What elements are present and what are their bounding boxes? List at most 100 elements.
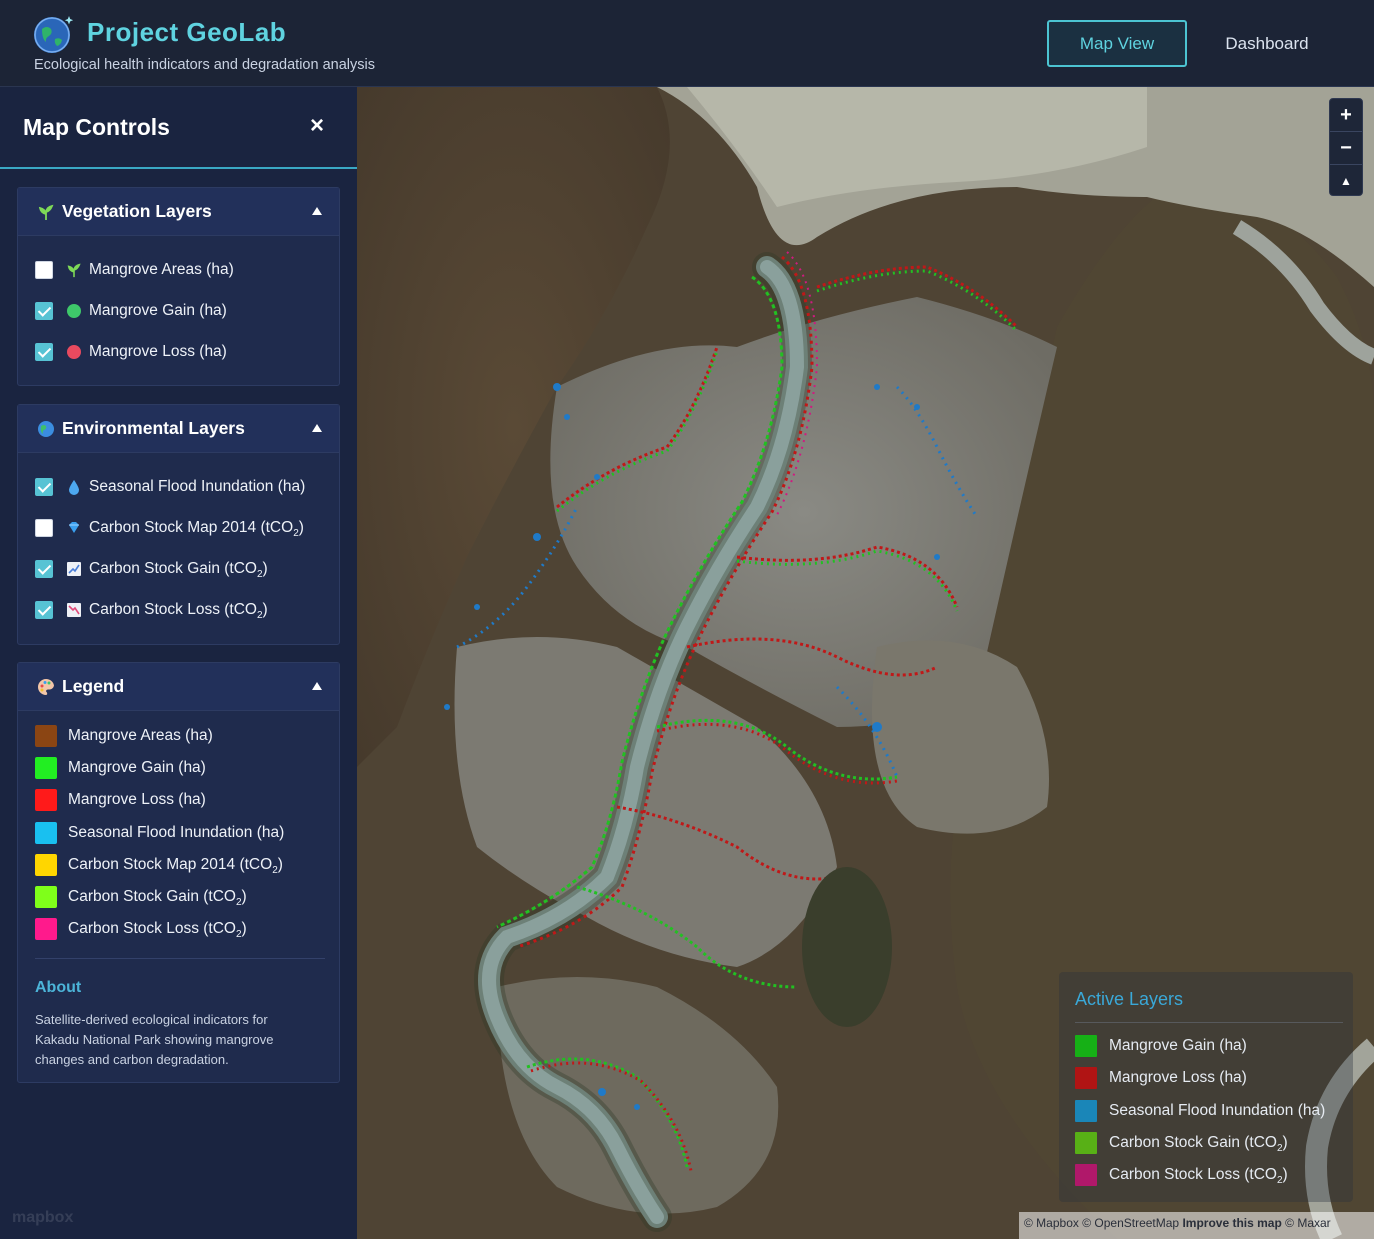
legend-swatch xyxy=(35,822,57,844)
layer-label: Mangrove Areas (ha) xyxy=(89,261,234,278)
legend-label: Mangrove Gain (ha) xyxy=(68,759,206,776)
legend-label: Mangrove Areas (ha) xyxy=(68,727,213,744)
layer-label: Mangrove Loss (ha) xyxy=(89,343,227,360)
red-dot-icon xyxy=(66,344,82,360)
collapse-chevron-icon[interactable] xyxy=(310,679,324,693)
legend-label: Seasonal Flood Inundation (ha) xyxy=(68,824,285,841)
legend-item: Mangrove Areas (ha) xyxy=(35,724,325,748)
legend-swatch xyxy=(35,757,57,779)
about-title: About xyxy=(35,979,82,996)
sidebar-title: Map Controls xyxy=(23,114,170,140)
legend-swatch xyxy=(35,725,57,747)
legend-item: Carbon Stock Loss (tCO2) xyxy=(35,917,325,941)
legend-panel: Legend Mangrove Areas (ha) Mangrove Gain… xyxy=(17,662,340,1083)
checkbox[interactable] xyxy=(35,343,53,361)
app-title: Project GeoLab xyxy=(87,17,287,47)
legend-label: Mangrove Loss (ha) xyxy=(68,791,206,808)
active-layer-item: Carbon Stock Loss (tCO2) xyxy=(1075,1164,1345,1186)
layer-toggle-mangrove-areas[interactable]: Mangrove Areas (ha) xyxy=(35,258,335,282)
active-layer-label: Mangrove Gain (ha) xyxy=(1109,1037,1247,1054)
map-attribution: © Mapbox © OpenStreetMap Improve this ma… xyxy=(1019,1212,1374,1239)
active-layers-title: Active Layers xyxy=(1075,989,1184,1009)
legend-swatch xyxy=(1075,1067,1097,1089)
legend-swatch xyxy=(35,789,57,811)
active-layer-item: Seasonal Flood Inundation (ha) xyxy=(1075,1100,1345,1122)
layer-label: Mangrove Gain (ha) xyxy=(89,302,227,319)
legend-swatch xyxy=(1075,1100,1097,1122)
legend-label: Carbon Stock Gain (tCO2) xyxy=(68,888,247,909)
checkbox[interactable] xyxy=(35,601,53,619)
checkbox[interactable] xyxy=(35,302,53,320)
improve-map-link[interactable]: Improve this map xyxy=(1182,1216,1281,1230)
divider xyxy=(1075,1022,1343,1023)
legend-swatch xyxy=(1075,1164,1097,1186)
app-header: Project GeoLab Ecological health indicat… xyxy=(0,0,1374,87)
layer-label: Seasonal Flood Inundation (ha) xyxy=(89,478,306,495)
close-icon[interactable]: × xyxy=(305,114,329,138)
active-layers-panel: Active Layers Mangrove Gain (ha) Mangrov… xyxy=(1059,972,1353,1202)
dashboard-button[interactable]: Dashboard xyxy=(1205,20,1329,67)
checkbox[interactable] xyxy=(35,261,53,279)
collapse-chevron-icon[interactable] xyxy=(310,204,324,218)
legend-panel-header[interactable]: Legend xyxy=(18,663,339,711)
legend-item: Seasonal Flood Inundation (ha) xyxy=(35,821,325,845)
collapse-chevron-icon[interactable] xyxy=(310,421,324,435)
legend-swatch xyxy=(35,886,57,908)
legend-item: Mangrove Gain (ha) xyxy=(35,756,325,780)
divider xyxy=(35,958,325,959)
legend-swatch xyxy=(1075,1035,1097,1057)
globe-icon xyxy=(37,420,55,438)
active-layer-label: Seasonal Flood Inundation (ha) xyxy=(1109,1102,1326,1119)
zoom-out-button[interactable]: − xyxy=(1330,132,1362,164)
globe-logo-icon xyxy=(33,14,74,54)
layer-toggle-flood-inundation[interactable]: Seasonal Flood Inundation (ha) xyxy=(35,475,335,499)
active-layer-label: Carbon Stock Loss (tCO2) xyxy=(1109,1166,1288,1187)
layer-label: Carbon Stock Map 2014 (tCO2) xyxy=(89,519,304,540)
legend-swatch xyxy=(35,854,57,876)
zoom-in-button[interactable]: + xyxy=(1330,99,1362,131)
active-layer-label: Mangrove Loss (ha) xyxy=(1109,1069,1247,1086)
gem-icon xyxy=(66,520,82,536)
map-view-button[interactable]: Map View xyxy=(1047,20,1187,67)
mapbox-watermark: mapbox xyxy=(12,1209,74,1226)
compass-icon[interactable]: ▲ xyxy=(1330,165,1362,197)
mapbox-attribution-link[interactable]: © Mapbox xyxy=(1024,1216,1079,1230)
legend-item: Mangrove Loss (ha) xyxy=(35,788,325,812)
active-layer-item: Mangrove Loss (ha) xyxy=(1075,1067,1345,1089)
green-dot-icon xyxy=(66,303,82,319)
layer-label: Carbon Stock Loss (tCO2) xyxy=(89,601,268,622)
zoom-controls: + − ▲ xyxy=(1329,98,1363,196)
environmental-panel-title: Environmental Layers xyxy=(62,418,245,438)
vegetation-panel-header[interactable]: Vegetation Layers xyxy=(18,188,339,236)
layer-toggle-carbon-stock-loss[interactable]: Carbon Stock Loss (tCO2) xyxy=(35,598,335,622)
active-layer-item: Mangrove Gain (ha) xyxy=(1075,1035,1345,1057)
layer-toggle-carbon-stock-gain[interactable]: Carbon Stock Gain (tCO2) xyxy=(35,557,335,581)
legend-item: Carbon Stock Gain (tCO2) xyxy=(35,885,325,909)
vegetation-layers-panel: Vegetation Layers Mangrove Areas (ha) Ma… xyxy=(17,187,340,386)
environmental-layers-panel: Environmental Layers Seasonal Flood Inun… xyxy=(17,404,340,645)
layer-toggle-mangrove-gain[interactable]: Mangrove Gain (ha) xyxy=(35,299,335,323)
active-layer-label: Carbon Stock Gain (tCO2) xyxy=(1109,1134,1288,1155)
checkbox[interactable] xyxy=(35,560,53,578)
legend-label: Carbon Stock Map 2014 (tCO2) xyxy=(68,856,283,877)
about-text: Satellite-derived ecological indicators … xyxy=(35,1012,274,1067)
osm-attribution-link[interactable]: © OpenStreetMap xyxy=(1082,1216,1179,1230)
droplet-icon xyxy=(66,479,82,495)
plant-icon xyxy=(37,203,55,221)
map-controls-sidebar: Map Controls × Vegetation Layers Mangrov… xyxy=(0,87,357,1239)
plant-icon xyxy=(66,262,82,278)
sidebar-header: Map Controls × xyxy=(0,87,357,169)
layer-toggle-carbon-stock-map[interactable]: Carbon Stock Map 2014 (tCO2) xyxy=(35,516,335,540)
legend-swatch xyxy=(1075,1132,1097,1154)
environmental-panel-header[interactable]: Environmental Layers xyxy=(18,405,339,453)
app-subtitle: Ecological health indicators and degrada… xyxy=(34,57,375,73)
maxar-attribution-link[interactable]: © Maxar xyxy=(1285,1216,1331,1230)
layer-toggle-mangrove-loss[interactable]: Mangrove Loss (ha) xyxy=(35,340,335,364)
legend-item: Carbon Stock Map 2014 (tCO2) xyxy=(35,853,325,877)
layer-label: Carbon Stock Gain (tCO2) xyxy=(89,560,268,581)
legend-label: Carbon Stock Loss (tCO2) xyxy=(68,920,247,941)
chart-up-icon xyxy=(66,561,82,577)
legend-panel-title: Legend xyxy=(62,676,125,696)
checkbox[interactable] xyxy=(35,478,53,496)
checkbox[interactable] xyxy=(35,519,53,537)
